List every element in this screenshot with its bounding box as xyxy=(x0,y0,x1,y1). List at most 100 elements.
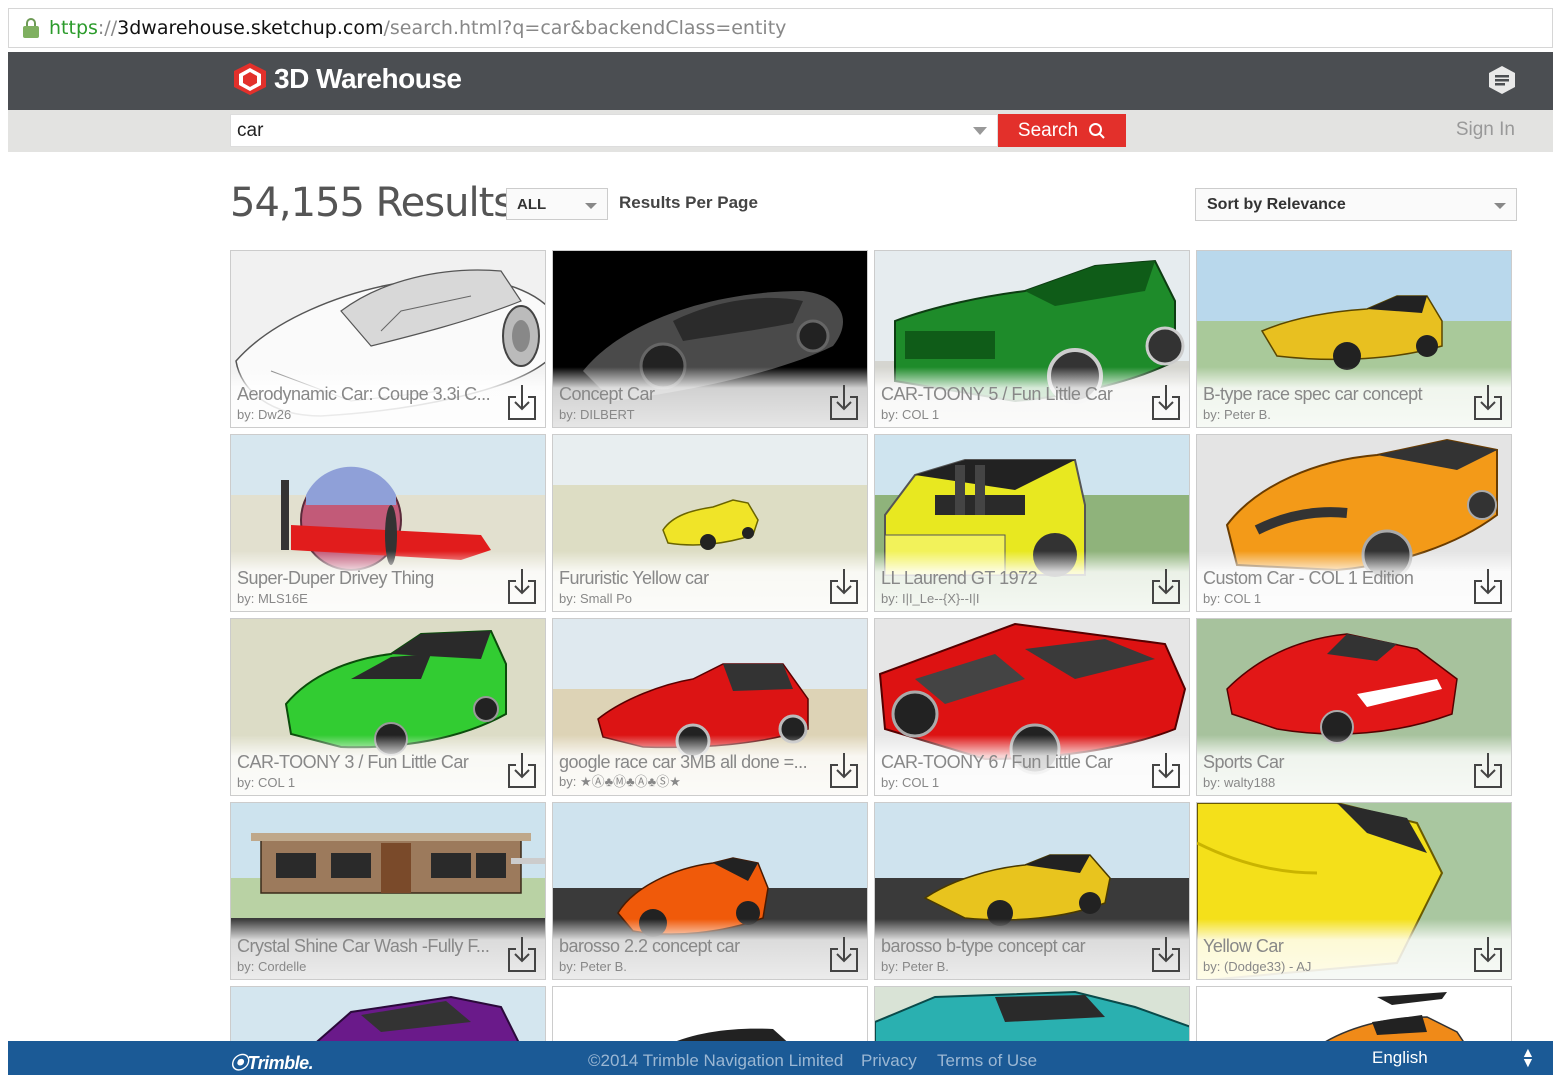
model-card[interactable]: B-type race spec car concept by: Peter B… xyxy=(1196,250,1512,428)
download-icon[interactable] xyxy=(829,383,859,421)
download-icon[interactable] xyxy=(1473,567,1503,605)
download-icon[interactable] xyxy=(1151,567,1181,605)
download-icon[interactable] xyxy=(1151,383,1181,421)
model-title[interactable]: Custom Car - COL 1 Edition xyxy=(1203,568,1471,589)
model-author[interactable]: by: walty188 xyxy=(1203,775,1275,790)
results-per-page-select[interactable]: ALL xyxy=(506,188,608,220)
privacy-link[interactable]: Privacy xyxy=(861,1051,917,1071)
model-author[interactable]: by: (Dodge33) - AJ xyxy=(1203,959,1311,974)
language-select[interactable]: English xyxy=(1372,1048,1428,1068)
model-title[interactable]: barosso 2.2 concept car xyxy=(559,936,827,957)
model-title[interactable]: CAR-TOONY 6 / Fun Little Car xyxy=(881,752,1149,773)
model-card[interactable] xyxy=(1196,986,1512,1046)
search-box xyxy=(230,114,998,147)
model-card[interactable]: barosso b-type concept car by: Peter B. xyxy=(874,802,1190,980)
model-title[interactable]: LL Laurend GT 1972 xyxy=(881,568,1149,589)
download-icon[interactable] xyxy=(829,935,859,973)
model-card[interactable]: Fururistic Yellow car by: Small Po xyxy=(552,434,868,612)
sort-select[interactable]: Sort by Relevance xyxy=(1195,188,1517,221)
model-author[interactable]: by: COL 1 xyxy=(237,775,295,790)
model-card[interactable]: LL Laurend GT 1972 by: I|I_Le--{X}--I|I xyxy=(874,434,1190,612)
url-separator: :// xyxy=(97,17,118,39)
model-card[interactable]: Sports Car by: walty188 xyxy=(1196,618,1512,796)
model-author[interactable]: by: Small Po xyxy=(559,591,632,606)
model-thumbnail xyxy=(231,987,545,1045)
model-card[interactable]: barosso 2.2 concept car by: Peter B. xyxy=(552,802,868,980)
model-card[interactable]: Aerodynamic Car: Coupe 3.3i C... by: Dw2… xyxy=(230,250,546,428)
model-card[interactable]: Crystal Shine Car Wash -Fully F... by: C… xyxy=(230,802,546,980)
chevron-down-icon xyxy=(585,203,597,209)
download-icon[interactable] xyxy=(829,567,859,605)
model-author[interactable]: by: Cordelle xyxy=(237,959,306,974)
model-author[interactable]: by: Dw26 xyxy=(237,407,291,422)
menu-icon[interactable] xyxy=(1487,64,1517,96)
model-card[interactable]: Custom Car - COL 1 Edition by: COL 1 xyxy=(1196,434,1512,612)
model-author[interactable]: by: MLS16E xyxy=(237,591,308,606)
model-title[interactable]: Aerodynamic Car: Coupe 3.3i C... xyxy=(237,384,505,405)
download-icon[interactable] xyxy=(1151,751,1181,789)
download-icon[interactable] xyxy=(829,751,859,789)
model-card[interactable]: CAR-TOONY 5 / Fun Little Car by: COL 1 xyxy=(874,250,1190,428)
download-icon[interactable] xyxy=(1473,935,1503,973)
model-card[interactable]: CAR-TOONY 3 / Fun Little Car by: COL 1 xyxy=(230,618,546,796)
warehouse-logo-icon xyxy=(232,62,268,96)
results-count: 54,155 Results xyxy=(230,180,514,226)
model-card[interactable] xyxy=(552,986,868,1046)
download-icon[interactable] xyxy=(1151,935,1181,973)
model-author[interactable]: by: COL 1 xyxy=(881,775,939,790)
model-author[interactable]: by: Peter B. xyxy=(881,959,949,974)
search-options-dropdown-icon[interactable] xyxy=(973,127,987,135)
model-author[interactable]: by: ★Ⓐ♣Ⓜ♣Ⓐ♣Ⓢ★ xyxy=(559,771,681,790)
chevron-down-icon xyxy=(1494,203,1506,209)
model-thumbnail xyxy=(553,987,867,1045)
trimble-logo[interactable]: ⦿Trimble. xyxy=(230,1049,314,1075)
model-title[interactable]: Sports Car xyxy=(1203,752,1471,773)
model-author[interactable]: by: COL 1 xyxy=(881,407,939,422)
sign-in-link[interactable]: Sign In xyxy=(1456,119,1515,141)
terms-link[interactable]: Terms of Use xyxy=(937,1051,1037,1071)
model-title[interactable]: Fururistic Yellow car xyxy=(559,568,827,589)
model-author[interactable]: by: Peter B. xyxy=(559,959,627,974)
model-title[interactable]: CAR-TOONY 3 / Fun Little Car xyxy=(237,752,505,773)
download-icon[interactable] xyxy=(507,751,537,789)
model-card[interactable]: Super-Duper Drivey Thing by: MLS16E xyxy=(230,434,546,612)
model-author[interactable]: by: DILBERT xyxy=(559,407,635,422)
download-icon[interactable] xyxy=(507,935,537,973)
model-card[interactable]: Yellow Car by: (Dodge33) - AJ xyxy=(1196,802,1512,980)
download-icon[interactable] xyxy=(1473,751,1503,789)
url-text[interactable]: https://3dwarehouse.sketchup.com/search.… xyxy=(49,17,786,39)
model-title[interactable]: Super-Duper Drivey Thing xyxy=(237,568,505,589)
url-path: /search.html?q=car&backendClass=entity xyxy=(383,17,787,39)
model-card[interactable]: CAR-TOONY 6 / Fun Little Car by: COL 1 xyxy=(874,618,1190,796)
search-bar: Search Sign In xyxy=(8,110,1553,152)
brand-name: 3D Warehouse xyxy=(274,63,462,94)
model-card[interactable]: google race car 3MB all done =... by: ★Ⓐ… xyxy=(552,618,868,796)
download-icon[interactable] xyxy=(507,383,537,421)
model-title[interactable]: barosso b-type concept car xyxy=(881,936,1149,957)
site-footer: ⦿Trimble. ©2014 Trimble Navigation Limit… xyxy=(8,1041,1553,1075)
model-thumbnail xyxy=(1197,987,1511,1045)
model-title[interactable]: Crystal Shine Car Wash -Fully F... xyxy=(237,936,505,957)
model-title[interactable]: Concept Car xyxy=(559,384,827,405)
download-icon[interactable] xyxy=(507,567,537,605)
model-title[interactable]: google race car 3MB all done =... xyxy=(559,752,827,773)
brand-link[interactable]: 3D Warehouse xyxy=(232,62,462,96)
model-author[interactable]: by: COL 1 xyxy=(1203,591,1261,606)
model-title[interactable]: CAR-TOONY 5 / Fun Little Car xyxy=(881,384,1149,405)
model-card[interactable] xyxy=(230,986,546,1046)
updown-arrows-icon[interactable]: ▲ ▼ xyxy=(1521,1045,1535,1069)
search-button-label: Search xyxy=(1017,119,1079,141)
copyright-text: ©2014 Trimble Navigation Limited xyxy=(588,1051,844,1070)
results-per-page-label: Results Per Page xyxy=(619,193,758,212)
download-icon[interactable] xyxy=(1473,383,1503,421)
model-title[interactable]: B-type race spec car concept xyxy=(1203,384,1471,405)
model-title[interactable]: Yellow Car xyxy=(1203,936,1471,957)
search-input[interactable] xyxy=(231,115,951,146)
lock-icon xyxy=(23,18,39,38)
search-button[interactable]: Search xyxy=(998,114,1126,147)
model-card[interactable]: Concept Car by: DILBERT xyxy=(552,250,868,428)
model-author[interactable]: by: Peter B. xyxy=(1203,407,1271,422)
model-author[interactable]: by: I|I_Le--{X}--I|I xyxy=(881,591,980,606)
address-bar[interactable]: https://3dwarehouse.sketchup.com/search.… xyxy=(8,8,1553,48)
model-card[interactable] xyxy=(874,986,1190,1046)
